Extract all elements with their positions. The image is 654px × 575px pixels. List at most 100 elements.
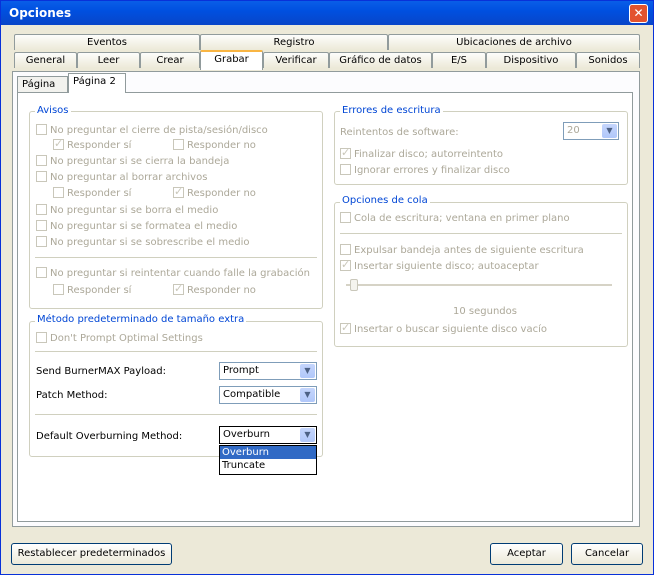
checkbox-responder-si-2[interactable]: Responder sí — [53, 187, 131, 200]
checkbox-label: No preguntar si se sobrescribe el medio — [50, 237, 250, 248]
checkbox-label: Responder sí — [67, 140, 132, 151]
errores-title: Errores de escritura — [340, 105, 443, 116]
checkbox-box[interactable] — [173, 139, 184, 150]
checkbox-label: Responder no — [187, 140, 256, 151]
subtab-pagina-2[interactable]: Página 2 — [68, 73, 126, 93]
checkbox-no-preguntar-sobrescribe-medio[interactable]: No preguntar si se sobrescribe el medio — [36, 236, 249, 249]
separator — [35, 414, 317, 415]
checkbox-box[interactable] — [53, 187, 64, 198]
retries-label: Reintentos de software: — [340, 127, 459, 138]
checkbox-no-preguntar-borrar-archivos[interactable]: No preguntar al borrar archivos — [36, 171, 207, 184]
checkbox-box[interactable] — [36, 171, 47, 182]
dropdown-option-truncate[interactable]: Truncate — [220, 459, 316, 472]
checkbox-label: No preguntar si se formatea el medio — [50, 221, 238, 232]
checkbox-box[interactable] — [36, 267, 47, 278]
patch-method-select[interactable]: Compatible ▼ — [219, 386, 317, 404]
separator — [35, 351, 317, 352]
checkbox-responder-si-3[interactable]: Responder sí — [53, 284, 131, 297]
checkbox-box[interactable] — [53, 137, 64, 150]
retries-select[interactable]: 20 ▼ — [563, 122, 619, 140]
tab-sonidos[interactable]: Sonidos — [576, 52, 640, 68]
tab-crear[interactable]: Crear — [140, 52, 200, 68]
checkbox-no-preguntar-borra-medio[interactable]: No preguntar si se borra el medio — [36, 204, 218, 217]
checkbox-responder-no-2[interactable]: Responder no — [173, 185, 256, 200]
chevron-down-icon[interactable]: ▼ — [300, 428, 315, 442]
checkbox-ignorar-errores[interactable]: Ignorar errores y finalizar disco — [340, 164, 510, 177]
checkbox-box[interactable] — [173, 282, 184, 295]
checkbox-dont-prompt-optimal[interactable]: Don't Prompt Optimal Settings — [36, 332, 203, 345]
checkbox-responder-no-1[interactable]: Responder no — [173, 139, 256, 152]
checkbox-no-preguntar-formatea-medio[interactable]: No preguntar si se formatea el medio — [36, 220, 237, 233]
checkbox-box[interactable] — [340, 321, 351, 334]
separator — [35, 257, 317, 258]
select-value: Prompt — [223, 365, 259, 376]
tab-general[interactable]: General — [14, 52, 77, 68]
checkbox-label: Responder no — [187, 188, 256, 199]
checkbox-box[interactable] — [340, 258, 351, 271]
checkbox-box[interactable] — [36, 155, 47, 166]
checkbox-finalizar-disco[interactable]: Finalizar disco; autorreintento — [340, 146, 503, 161]
tab-registro[interactable]: Registro — [200, 34, 388, 50]
checkbox-insertar-buscar[interactable]: Insertar o buscar siguiente disco vacío — [340, 321, 547, 336]
checkbox-label: No preguntar al borrar archivos — [50, 172, 208, 183]
checkbox-label: Don't Prompt Optimal Settings — [50, 333, 203, 344]
checkbox-responder-si-1[interactable]: Responder sí — [53, 137, 132, 152]
dropdown-option-overburn[interactable]: Overburn — [220, 446, 316, 459]
tab-ubicaciones[interactable]: Ubicaciones de archivo — [388, 34, 640, 50]
checkbox-cola-escritura[interactable]: Cola de escritura; ventana en primer pla… — [340, 212, 570, 225]
chevron-down-icon[interactable]: ▼ — [300, 388, 315, 402]
checkbox-box[interactable] — [36, 204, 47, 215]
tab-grabar[interactable]: Grabar — [200, 50, 263, 70]
checkbox-insertar-siguiente[interactable]: Insertar siguiente disco; autoaceptar — [340, 258, 539, 273]
checkbox-no-preguntar-cierre[interactable]: No preguntar el cierre de pista/sesión/d… — [36, 124, 268, 137]
checkbox-box[interactable] — [340, 212, 351, 223]
checkbox-box[interactable] — [340, 146, 351, 159]
tab-grafico-datos[interactable]: Gráfico de datos — [329, 52, 432, 68]
tab-es[interactable]: E/S — [432, 52, 486, 68]
chevron-down-icon[interactable]: ▼ — [602, 124, 617, 138]
checkbox-box[interactable] — [36, 332, 47, 343]
checkbox-box[interactable] — [36, 220, 47, 231]
overburning-dropdown-list[interactable]: Overburn Truncate — [219, 445, 317, 475]
slider-thumb[interactable] — [350, 279, 358, 291]
checkbox-box[interactable] — [53, 284, 64, 295]
tab-eventos[interactable]: Eventos — [14, 34, 200, 50]
checkbox-label: Expulsar bandeja antes de siguiente escr… — [354, 245, 584, 256]
checkbox-box[interactable] — [173, 185, 184, 198]
checkbox-box[interactable] — [36, 236, 47, 247]
default-overburning-select[interactable]: Overburn ▼ — [219, 426, 317, 444]
restore-defaults-button[interactable]: Restablecer predeterminados — [11, 543, 172, 565]
checkbox-label: Ignorar errores y finalizar disco — [354, 165, 510, 176]
default-overburning-label: Default Overburning Method: — [36, 431, 183, 442]
checkbox-box[interactable] — [36, 124, 47, 135]
close-icon[interactable]: ✕ — [629, 4, 648, 23]
cola-title: Opciones de cola — [340, 195, 430, 206]
checkbox-no-preguntar-reintentar[interactable]: No preguntar si reintentar cuando falle … — [36, 267, 310, 280]
send-burnermax-label: Send BurnerMAX Payload: — [36, 366, 166, 377]
checkbox-label: Insertar siguiente disco; autoaceptar — [354, 261, 539, 272]
accept-button[interactable]: Aceptar — [490, 543, 563, 565]
checkbox-label: No preguntar si se cierra la bandeja — [50, 156, 230, 167]
select-value: Compatible — [223, 389, 281, 400]
window-title: Opciones — [9, 6, 72, 20]
separator — [340, 233, 622, 234]
checkbox-responder-no-3[interactable]: Responder no — [173, 282, 256, 297]
checkbox-label: No preguntar el cierre de pista/sesión/d… — [50, 125, 268, 136]
checkbox-box[interactable] — [340, 244, 351, 255]
checkbox-label: Insertar o buscar siguiente disco vacío — [354, 324, 547, 335]
title-bar: Opciones ✕ — [1, 1, 653, 25]
checkbox-expulsar-bandeja[interactable]: Expulsar bandeja antes de siguiente escr… — [340, 244, 584, 257]
chevron-down-icon[interactable]: ▼ — [300, 364, 315, 378]
tab-leer[interactable]: Leer — [77, 52, 140, 68]
checkbox-no-preguntar-bandeja[interactable]: No preguntar si se cierra la bandeja — [36, 155, 229, 168]
tab-dispositivo[interactable]: Dispositivo — [486, 52, 576, 68]
cancel-button[interactable]: Cancelar — [571, 543, 643, 565]
subtab-pagina-1[interactable]: Página 1 — [17, 76, 68, 106]
checkbox-box[interactable] — [340, 164, 351, 175]
metodo-title: Método predeterminado de tamaño extra — [35, 314, 247, 325]
checkbox-label: Responder sí — [67, 188, 132, 199]
send-burnermax-select[interactable]: Prompt ▼ — [219, 362, 317, 380]
slider-track[interactable] — [346, 284, 612, 286]
tab-verificar[interactable]: Verificar — [263, 52, 329, 68]
checkbox-label: Responder no — [187, 285, 256, 296]
